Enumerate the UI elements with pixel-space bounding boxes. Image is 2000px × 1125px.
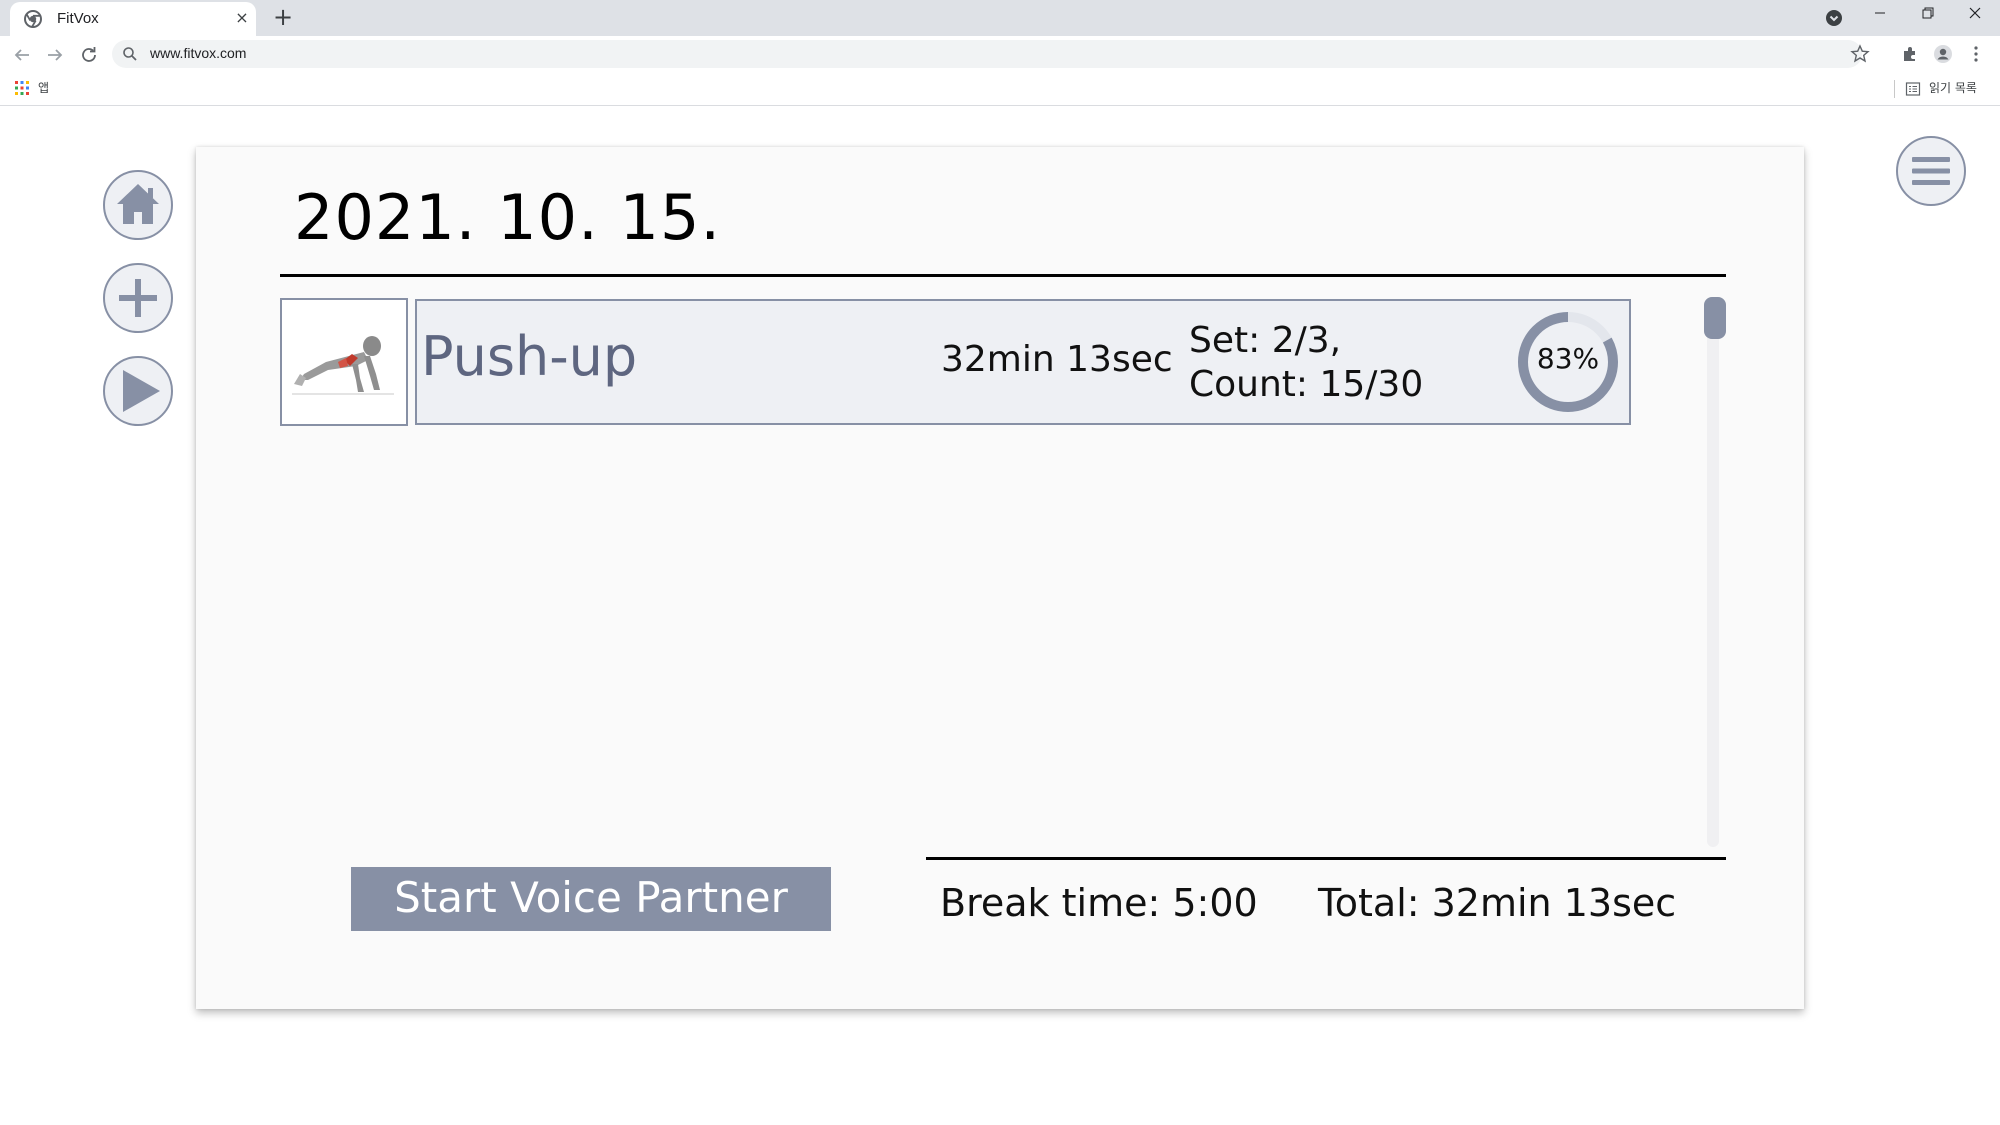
exercise-count-line: Count: 15/30: [1189, 364, 1424, 405]
extensions-puzzle-icon[interactable]: [1900, 44, 1920, 64]
close-icon: [1969, 7, 1981, 19]
hamburger-menu-icon: [1912, 157, 1950, 185]
restore-icon: [1922, 7, 1934, 19]
browser-tab-strip: FitVox × +: [0, 0, 2000, 36]
restore-window-button[interactable]: [1905, 0, 1951, 30]
play-button[interactable]: [103, 356, 173, 426]
apps-label[interactable]: 앱: [38, 79, 49, 96]
break-time-label: Break time: 5:00: [940, 881, 1258, 925]
bookmarks-bar: 앱 읽기 목록: [0, 72, 2000, 106]
page-content: 2021. 10. 15. Push-up 32min 13sec Set: 2…: [0, 107, 2000, 1125]
exercise-row[interactable]: Push-up 32min 13sec Set: 2/3, Count: 15/…: [415, 299, 1631, 425]
forward-arrow-icon[interactable]: [43, 43, 67, 67]
back-arrow-icon[interactable]: [10, 43, 34, 67]
header-divider: [280, 274, 1726, 277]
exercise-progress-ring: 83%: [1515, 309, 1621, 415]
reading-list-icon[interactable]: [1905, 81, 1921, 97]
tab-search-icon[interactable]: [1824, 8, 1844, 28]
start-voice-partner-button[interactable]: Start Voice Partner: [351, 867, 831, 931]
progress-percent: 83%: [1536, 342, 1600, 375]
exercise-thumbnail: [280, 298, 408, 426]
new-tab-button[interactable]: +: [270, 5, 296, 31]
chrome-favicon-icon: [24, 10, 42, 28]
exercise-duration: 32min 13sec: [941, 339, 1173, 380]
bookmark-star-icon[interactable]: [1850, 44, 1870, 64]
search-icon: [123, 47, 137, 61]
plus-icon: [119, 279, 157, 317]
total-time-label: Total: 32min 13sec: [1318, 881, 1677, 925]
scrollbar-thumb[interactable]: [1704, 297, 1726, 339]
push-up-figure-icon: [292, 336, 394, 395]
bookmarks-divider: [1894, 80, 1895, 98]
footer-divider: [926, 857, 1726, 860]
apps-grid-icon[interactable]: [14, 80, 30, 96]
tab-close-icon[interactable]: ×: [232, 8, 252, 28]
play-icon: [123, 370, 160, 412]
reload-icon[interactable]: [77, 43, 101, 67]
url-text: www.fitvox.com: [150, 45, 247, 61]
reading-list-label[interactable]: 읽기 목록: [1929, 79, 1977, 96]
tab-title: FitVox: [57, 10, 99, 27]
home-icon: [117, 184, 159, 224]
scrollbar-track[interactable]: [1707, 297, 1719, 847]
workout-card: 2021. 10. 15. Push-up 32min 13sec Set: 2…: [196, 147, 1804, 1009]
menu-button[interactable]: [1896, 136, 1966, 206]
add-exercise-button[interactable]: [103, 263, 173, 333]
profile-avatar-icon[interactable]: [1933, 44, 1953, 64]
minimize-icon: [1875, 12, 1885, 14]
close-window-button[interactable]: [1952, 0, 1998, 30]
browser-tab[interactable]: FitVox ×: [10, 2, 256, 36]
home-button[interactable]: [103, 170, 173, 240]
kebab-menu-icon[interactable]: [1966, 44, 1986, 64]
exercise-set-line: Set: 2/3,: [1189, 320, 1342, 361]
exercise-set-count: Set: 2/3, Count: 15/30: [1189, 319, 1423, 407]
address-bar[interactable]: www.fitvox.com: [112, 40, 1862, 68]
exercise-name: Push-up: [421, 325, 638, 388]
browser-toolbar: www.fitvox.com: [0, 36, 2000, 72]
minimize-window-button[interactable]: [1857, 0, 1903, 30]
workout-date: 2021. 10. 15.: [294, 181, 722, 254]
